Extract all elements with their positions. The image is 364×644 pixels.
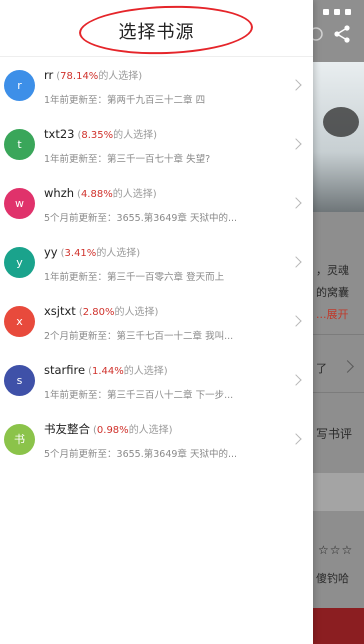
source-avatar: w (4, 188, 35, 219)
source-drawer: 选择书源 r rr (78.14%的人选择) 1年前更新至：第两千九百三十二章 四… (0, 0, 313, 644)
share-suffix: 的人选择) (96, 248, 141, 259)
source-title-line: xsjtxt (2.80%的人选择) (44, 303, 158, 318)
source-share: (4.88%的人选择) (77, 189, 157, 200)
source-name: rr (44, 68, 54, 82)
divider (313, 334, 364, 335)
source-item[interactable]: s starfire (1.44%的人选择) 1年前更新至：第三千三百八十二章 下… (0, 352, 313, 411)
chevron-right-icon (290, 315, 302, 327)
source-update-info: 5个月前更新至：3655.第3649章 天狱中的... (44, 213, 237, 224)
share-icon (334, 25, 350, 43)
source-item[interactable]: t txt23 (8.35%的人选择) 1年前更新至：第三千一百七十章 失望? (0, 116, 313, 175)
share-suffix: 的人选择) (113, 130, 158, 141)
chevron-right-icon (290, 256, 302, 268)
source-update-info: 1年前更新至：第三千三百八十二章 下一步... (44, 390, 234, 401)
source-share: (8.35%的人选择) (77, 130, 157, 141)
source-update-info: 1年前更新至：第三千一百七十章 失望? (44, 154, 211, 165)
source-name: txt23 (44, 127, 75, 141)
source-item[interactable]: y yy (3.41%的人选择) 1年前更新至：第三千一百零六章 登天而上 (0, 234, 313, 293)
chevron-right-icon (290, 197, 302, 209)
source-avatar: 书 (4, 424, 35, 455)
source-title-line: 书友整合 (0.98%的人选择) (44, 421, 173, 437)
source-percent: 1.44% (91, 366, 124, 377)
share-suffix: 的人选择) (114, 307, 159, 318)
title-highlight-circle (78, 2, 254, 58)
book-cover-image (313, 62, 364, 212)
source-title-line: yy (3.41%的人选择) (44, 244, 140, 259)
drawer-header: 选择书源 (0, 0, 313, 58)
chevron-right-icon (290, 374, 302, 386)
source-avatar: x (4, 306, 35, 337)
rating-box (313, 473, 364, 511)
source-share: (3.41%的人选择) (61, 248, 141, 259)
source-title-line: rr (78.14%的人选择) (44, 67, 142, 82)
source-percent: 3.41% (64, 248, 97, 259)
source-list: r rr (78.14%的人选择) 1年前更新至：第两千九百三十二章 四 t tx… (0, 57, 313, 470)
source-update-info: 5个月前更新至：3655.第3649章 天狱中的... (44, 449, 237, 460)
source-update-info: 1年前更新至：第两千九百三十二章 四 (44, 95, 206, 106)
source-share: (78.14%的人选择) (56, 71, 142, 82)
share-suffix: 的人选择) (128, 425, 173, 436)
source-percent: 78.14% (60, 71, 99, 82)
source-percent: 4.88% (80, 189, 113, 200)
source-share: (2.80%的人选择) (79, 307, 159, 318)
chevron-right-icon (290, 138, 302, 150)
source-share: (1.44%的人选择) (88, 366, 168, 377)
source-update-info: 2个月前更新至：第三千七百一十二章 我叫... (44, 331, 234, 342)
expand-link[interactable]: ...展开 (316, 306, 349, 322)
rating-stars: ☆☆☆ (318, 543, 354, 557)
write-review-link[interactable]: 写书评 (316, 425, 352, 442)
source-avatar: r (4, 70, 35, 101)
source-name: yy (44, 245, 58, 259)
source-percent: 8.35% (81, 130, 114, 141)
source-title-line: whzh (4.88%的人选择) (44, 185, 157, 200)
book-intro-line: ，灵魂 (316, 264, 349, 277)
status-bar-icons (318, 0, 358, 15)
source-share: (0.98%的人选择) (93, 425, 173, 436)
share-suffix: 的人选择) (123, 366, 168, 377)
book-intro-line: 的窝囊 (316, 286, 349, 299)
source-item[interactable]: w whzh (4.88%的人选择) 5个月前更新至：3655.第3649章 天狱… (0, 175, 313, 234)
source-name: starfire (44, 363, 86, 377)
divider (313, 392, 364, 393)
source-item[interactable]: x xsjtxt (2.80%的人选择) 2个月前更新至：第三千七百一十二章 我叫… (0, 293, 313, 352)
source-title-line: txt23 (8.35%的人选择) (44, 126, 157, 141)
source-name: xsjtxt (44, 304, 76, 318)
source-title-line: starfire (1.44%的人选择) (44, 362, 168, 377)
source-percent: 2.80% (82, 307, 115, 318)
source-avatar: t (4, 129, 35, 160)
source-avatar: s (4, 365, 35, 396)
read-button[interactable] (313, 608, 364, 644)
source-name: 书友整合 (44, 422, 90, 436)
chevron-right-icon (290, 433, 302, 445)
source-item[interactable]: r rr (78.14%的人选择) 1年前更新至：第两千九百三十二章 四 (0, 57, 313, 116)
source-name: whzh (44, 186, 75, 200)
share-suffix: 的人选择) (98, 71, 143, 82)
background-row-text: 了 (316, 362, 327, 375)
chevron-right-icon (290, 79, 302, 91)
background-bottom-text: 傻钓哈 (316, 572, 349, 585)
source-avatar: y (4, 247, 35, 278)
source-item[interactable]: 书 书友整合 (0.98%的人选择) 5个月前更新至：3655.第3649章 天狱… (0, 411, 313, 470)
source-update-info: 1年前更新至：第三千一百零六章 登天而上 (44, 272, 225, 283)
share-suffix: 的人选择) (112, 189, 157, 200)
source-percent: 0.98% (96, 425, 129, 436)
